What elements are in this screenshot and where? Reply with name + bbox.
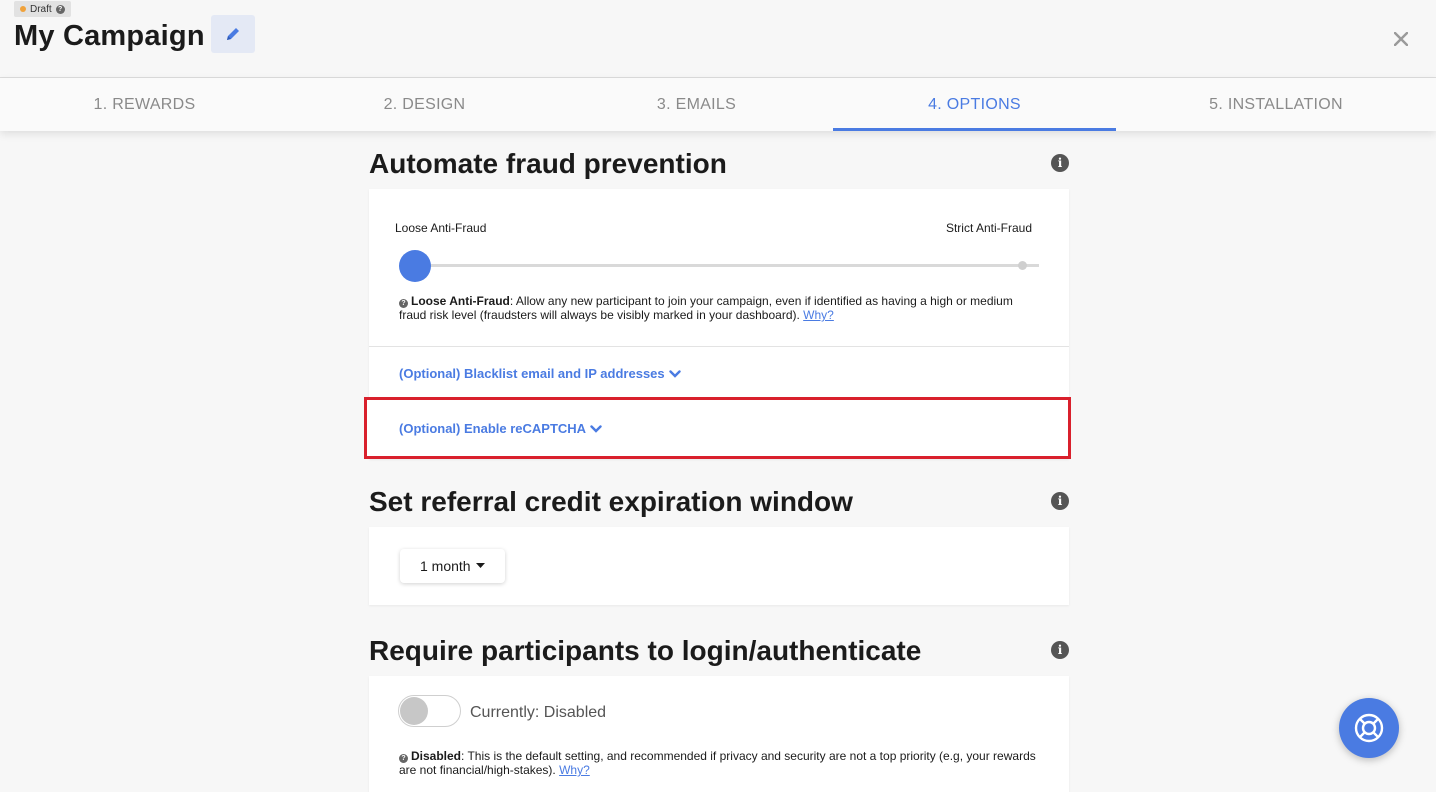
help-icon[interactable]: ? — [55, 4, 65, 14]
status-badge: Draft ? — [14, 1, 71, 17]
anti-fraud-slider-track[interactable] — [414, 264, 1039, 267]
expiration-section-title: Set referral credit expiration window — [369, 486, 853, 517]
help-button[interactable] — [1339, 698, 1399, 758]
fraud-level-name: Loose Anti-Fraud — [411, 294, 510, 308]
close-icon — [1394, 32, 1408, 46]
expiration-dropdown-value: 1 month — [420, 558, 471, 574]
chevron-down-icon — [590, 424, 602, 433]
recaptcha-link-label: (Optional) Enable reCAPTCHA — [399, 421, 587, 436]
slider-min-label: Loose Anti-Fraud — [395, 221, 487, 235]
auth-description: ? Disabled: This is the default setting, … — [399, 749, 1036, 777]
fraud-description-line2: fraud risk level (fraudsters will always… — [399, 308, 800, 322]
tab-options[interactable]: 4. OPTIONS — [833, 78, 1116, 131]
why-link[interactable]: Why? — [559, 763, 590, 777]
chevron-down-icon — [668, 369, 681, 378]
close-button[interactable] — [1388, 26, 1414, 52]
status-badge-label: Draft — [30, 3, 52, 15]
auth-toggle[interactable] — [398, 695, 461, 727]
info-icon[interactable]: i — [1051, 154, 1069, 172]
slider-max-label: Strict Anti-Fraud — [945, 221, 1032, 235]
caret-down-icon — [475, 563, 485, 568]
blacklist-link-label: (Optional) Blacklist email and IP addres… — [399, 366, 665, 381]
tab-rewards[interactable]: 1. REWARDS — [0, 78, 289, 131]
toggle-knob — [400, 697, 428, 725]
auth-card: Currently: Disabled ? Disabled: This is t… — [369, 676, 1069, 792]
auth-toggle-status: Currently: Disabled — [470, 704, 607, 721]
lifebuoy-icon — [1354, 713, 1384, 743]
tab-design[interactable]: 2. DESIGN — [289, 78, 560, 131]
auth-state-name: Disabled — [411, 749, 462, 763]
expiration-card: 1 month — [369, 527, 1069, 605]
pencil-icon — [227, 28, 239, 40]
tab-installation[interactable]: 5. INSTALLATION — [1116, 78, 1436, 131]
edit-title-button[interactable] — [211, 15, 255, 53]
anti-fraud-slider-handle[interactable] — [399, 250, 431, 282]
recaptcha-row-highlight: (Optional) Enable reCAPTCHA — [364, 397, 1071, 459]
campaign-header: Draft ? My Campaign — [0, 0, 1436, 78]
recaptcha-toggle-link[interactable]: (Optional) Enable reCAPTCHA — [399, 421, 602, 436]
divider — [369, 346, 1069, 347]
help-icon: ? — [399, 754, 408, 763]
slider-labels: Loose Anti-Fraud Strict Anti-Fraud — [395, 221, 1032, 235]
blacklist-toggle-link[interactable]: (Optional) Blacklist email and IP addres… — [399, 366, 681, 381]
info-icon[interactable]: i — [1051, 641, 1069, 659]
draft-status-dot — [20, 6, 26, 12]
help-icon: ? — [399, 299, 408, 308]
slider-end-stop — [1018, 261, 1027, 270]
fraud-description-line1: : Allow any new participant to join your… — [509, 294, 1013, 308]
auth-description-line1: : This is the default setting, and recom… — [461, 749, 1036, 763]
auth-description-line2: are not financial/high-stakes). — [399, 763, 556, 777]
tab-emails[interactable]: 3. EMAILS — [560, 78, 833, 131]
page-title: My Campaign — [14, 20, 205, 52]
fraud-level-description: ? Loose Anti-Fraud: Allow any new partici… — [399, 294, 1013, 322]
why-link[interactable]: Why? — [803, 308, 834, 322]
auth-section-title: Require participants to login/authentica… — [369, 635, 922, 666]
step-tabs: 1. REWARDS 2. DESIGN 3. EMAILS 4. OPTION… — [0, 78, 1436, 131]
fraud-section-title: Automate fraud prevention — [369, 148, 727, 179]
expiration-dropdown[interactable]: 1 month — [400, 549, 505, 583]
info-icon[interactable]: i — [1051, 492, 1069, 510]
